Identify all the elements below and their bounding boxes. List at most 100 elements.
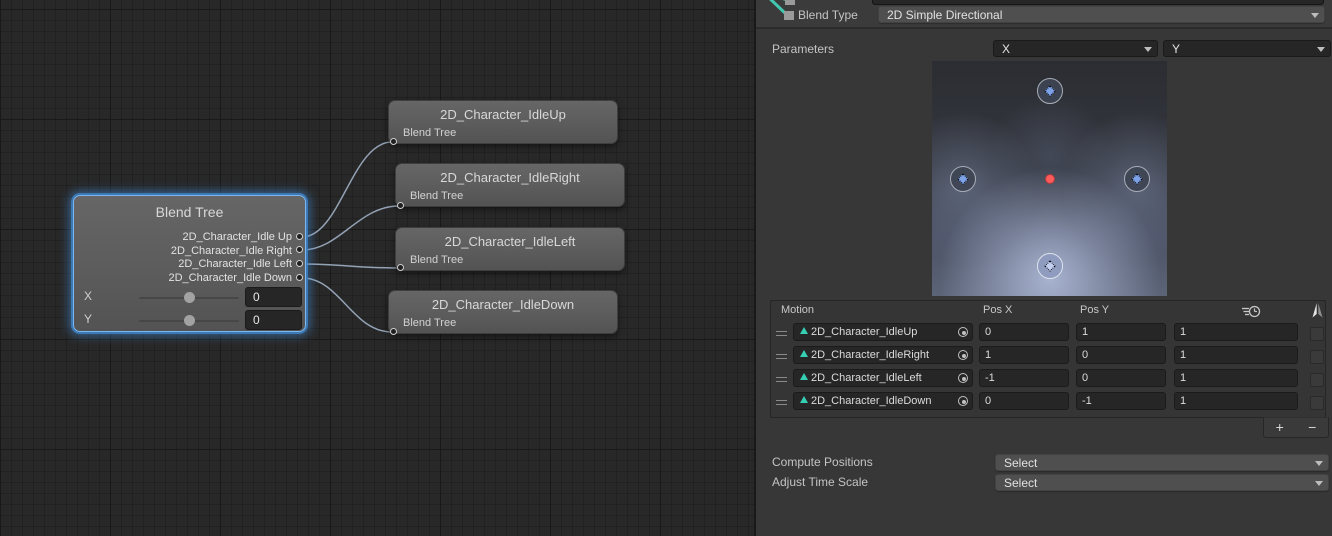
motion-node-title: 2D_Character_IdleDown: [389, 291, 617, 312]
blend-point-up-icon[interactable]: [1037, 78, 1063, 104]
motion-node-idleleft[interactable]: 2D_Character_IdleLeft Blend Tree: [395, 227, 625, 271]
parameter-x-dropdown[interactable]: X: [993, 40, 1158, 57]
input-port-icon[interactable]: [390, 328, 397, 335]
input-port-icon[interactable]: [397, 264, 404, 271]
speed-field[interactable]: 1: [1174, 346, 1298, 364]
speed-clock-icon: [1241, 305, 1261, 318]
motion-row-idleleft[interactable]: 2D_Character_IdleLeft -1 0 1: [771, 369, 1325, 392]
y-value-field[interactable]: 0: [245, 310, 302, 330]
parameter-x-value: X: [1002, 42, 1010, 56]
blend-space-preview[interactable]: [932, 61, 1167, 296]
blend-point-left-icon[interactable]: [950, 166, 976, 192]
object-picker-icon[interactable]: [958, 327, 968, 337]
posy-column-header: Pos Y: [1080, 304, 1109, 316]
inspector-header: Blend Type 2D Simple Directional: [756, 0, 1332, 29]
y-slider-row: Y 0: [74, 310, 305, 330]
speed-field[interactable]: 1: [1174, 369, 1298, 387]
blend-type-dropdown[interactable]: 2D Simple Directional: [878, 6, 1325, 23]
pos-y-field[interactable]: 0: [1076, 369, 1166, 387]
motion-node-idleright[interactable]: 2D_Character_IdleRight Blend Tree: [395, 163, 625, 207]
add-motion-button[interactable]: +: [1266, 418, 1294, 437]
mirror-icon: [1311, 303, 1324, 319]
adjust-time-scale-dropdown[interactable]: Select: [995, 474, 1329, 491]
blend-point-right-icon[interactable]: [1124, 166, 1150, 192]
blend-tree-inspector: Blend Type 2D Simple Directional Paramet…: [756, 0, 1332, 536]
drag-handle-icon[interactable]: [776, 354, 787, 359]
motion-name: 2D_Character_IdleRight: [811, 349, 929, 361]
output-label-up: 2D_Character_Idle Up: [168, 231, 292, 245]
pos-x-field[interactable]: 1: [979, 346, 1069, 364]
pos-x-field[interactable]: 0: [979, 323, 1069, 341]
blend-tree-node[interactable]: Blend Tree 2D_Character_Idle Up 2D_Chara…: [73, 195, 306, 332]
mirror-checkbox[interactable]: [1310, 373, 1324, 387]
diamond-icon: [1044, 260, 1055, 271]
output-port-icon[interactable]: [296, 260, 303, 267]
motion-name: 2D_Character_IdleDown: [811, 395, 931, 407]
pos-y-field[interactable]: -1: [1076, 392, 1166, 410]
output-port-icon[interactable]: [296, 246, 303, 253]
motion-row-idledown[interactable]: 2D_Character_IdleDown 0 -1 1: [771, 392, 1325, 415]
object-picker-icon[interactable]: [958, 373, 968, 383]
animation-clip-icon: [800, 396, 808, 403]
motion-row-idleup[interactable]: 2D_Character_IdleUp 0 1 1: [771, 323, 1325, 346]
blend-tree-asset-icon: [759, 0, 799, 22]
sample-point-icon[interactable]: [1045, 174, 1055, 184]
motion-node-input-label: Blend Tree: [410, 190, 463, 202]
motion-node-title: 2D_Character_IdleUp: [389, 101, 617, 122]
compute-positions-value: Select: [1004, 456, 1037, 470]
motion-object-field[interactable]: 2D_Character_IdleDown: [793, 392, 973, 410]
remove-motion-button[interactable]: −: [1298, 418, 1326, 437]
output-label-right: 2D_Character_Idle Right: [168, 245, 292, 259]
output-port-icon[interactable]: [296, 274, 303, 281]
pos-y-field[interactable]: 1: [1076, 323, 1166, 341]
output-port-icon[interactable]: [296, 233, 303, 240]
motion-object-field[interactable]: 2D_Character_IdleUp: [793, 323, 973, 341]
y-slider-knob[interactable]: [184, 315, 195, 326]
motion-node-input-label: Blend Tree: [403, 127, 456, 139]
chevron-down-icon: [1311, 13, 1319, 18]
blend-type-label: Blend Type: [798, 8, 858, 22]
compute-positions-dropdown[interactable]: Select: [995, 454, 1329, 471]
motion-node-idledown[interactable]: 2D_Character_IdleDown Blend Tree: [388, 290, 618, 334]
parameter-y-value: Y: [1172, 42, 1180, 56]
animation-clip-icon: [800, 373, 808, 380]
pos-y-field[interactable]: 0: [1076, 346, 1166, 364]
chevron-down-icon: [1317, 47, 1325, 52]
mirror-checkbox[interactable]: [1310, 396, 1324, 410]
adjust-time-scale-value: Select: [1004, 476, 1037, 490]
motion-column-header: Motion: [781, 304, 814, 316]
adjust-time-scale-label: Adjust Time Scale: [772, 475, 868, 489]
blend-tree-editor: Blend Tree 2D_Character_Idle Up 2D_Chara…: [0, 0, 1332, 536]
pos-x-field[interactable]: 0: [979, 392, 1069, 410]
drag-handle-icon[interactable]: [776, 331, 787, 336]
motion-node-title: 2D_Character_IdleLeft: [396, 228, 624, 249]
object-picker-icon[interactable]: [958, 396, 968, 406]
motion-object-field[interactable]: 2D_Character_IdleLeft: [793, 369, 973, 387]
motion-name: 2D_Character_IdleUp: [811, 326, 917, 338]
mirror-checkbox[interactable]: [1310, 350, 1324, 364]
speed-field[interactable]: 1: [1174, 392, 1298, 410]
posx-column-header: Pos X: [983, 304, 1012, 316]
pos-x-field[interactable]: -1: [979, 369, 1069, 387]
parameter-y-dropdown[interactable]: Y: [1163, 40, 1331, 57]
input-port-icon[interactable]: [390, 138, 397, 145]
x-value-field[interactable]: 0: [245, 287, 302, 307]
drag-handle-icon[interactable]: [776, 400, 787, 405]
blend-point-down-icon[interactable]: [1037, 253, 1063, 279]
blend-tree-graph-canvas[interactable]: Blend Tree 2D_Character_Idle Up 2D_Chara…: [0, 0, 754, 536]
motion-row-idleright[interactable]: 2D_Character_IdleRight 1 0 1: [771, 346, 1325, 369]
input-port-icon[interactable]: [397, 202, 404, 209]
output-label-down: 2D_Character_Idle Down: [168, 272, 292, 286]
blend-tree-name-field[interactable]: [872, 0, 1324, 5]
speed-field[interactable]: 1: [1174, 323, 1298, 341]
x-slider-row: X 0: [74, 287, 305, 307]
motion-node-idleup[interactable]: 2D_Character_IdleUp Blend Tree: [388, 100, 618, 144]
x-slider-label: X: [84, 289, 92, 303]
drag-handle-icon[interactable]: [776, 377, 787, 382]
x-slider-knob[interactable]: [184, 292, 195, 303]
mirror-checkbox[interactable]: [1310, 327, 1324, 341]
motion-object-field[interactable]: 2D_Character_IdleRight: [793, 346, 973, 364]
animation-clip-icon: [800, 327, 808, 334]
chevron-down-icon: [1315, 481, 1323, 486]
object-picker-icon[interactable]: [958, 350, 968, 360]
